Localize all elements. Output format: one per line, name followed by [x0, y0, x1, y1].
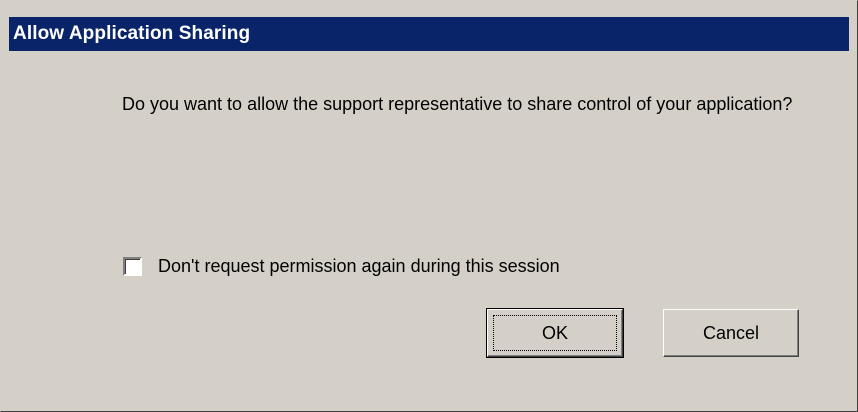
dialog-title: Allow Application Sharing	[13, 23, 251, 44]
dialog-body: Do you want to allow the support represe…	[9, 51, 849, 403]
cancel-button-label: Cancel	[702, 322, 760, 343]
cancel-button[interactable]: Cancel	[663, 309, 799, 357]
permission-question: Do you want to allow the support represe…	[122, 94, 793, 114]
dont-ask-again-checkbox[interactable]	[123, 256, 142, 276]
dont-ask-again-label[interactable]: Don't request permission again during th…	[158, 256, 560, 277]
title-bar[interactable]: Allow Application Sharing	[9, 17, 849, 51]
ok-button-label: OK	[541, 322, 568, 343]
dont-ask-again-option[interactable]: Don't request permission again during th…	[123, 254, 560, 278]
permission-dialog: Allow Application Sharing Do you want to…	[0, 0, 858, 412]
ok-button[interactable]: OK	[486, 308, 624, 358]
